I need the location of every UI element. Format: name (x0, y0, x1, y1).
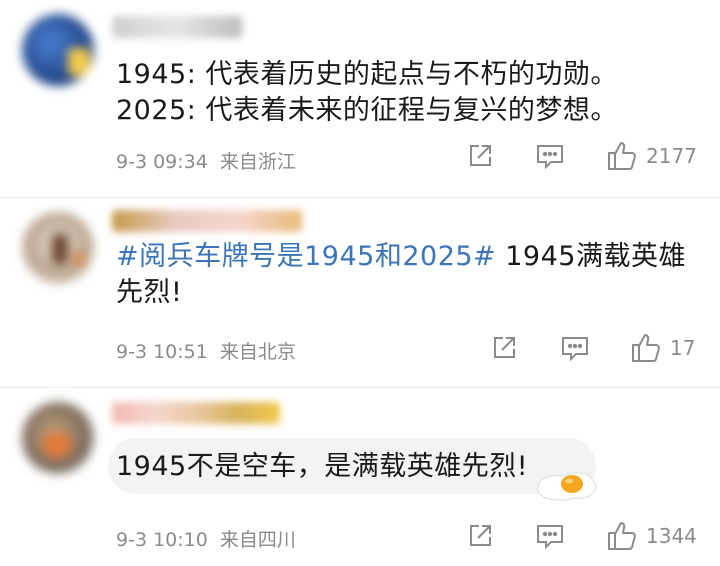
like-count: 17 (670, 336, 696, 360)
comment-3: 1945不是空车，是满载英雄先烈! 9-3 10:10 来自四川 1344 (0, 388, 720, 566)
comment-icon (562, 337, 588, 362)
comment-line-1: 1945: 代表着历史的起点与不朽的功勋。 (116, 59, 618, 90)
username-blurred[interactable] (112, 210, 302, 232)
comment-body: 1945不是空车，是满载英雄先烈! (116, 451, 529, 482)
comment-text: #阅兵车牌号是1945和2025# 1945满载英雄先烈! (116, 239, 696, 311)
like-count: 1344 (646, 524, 697, 548)
like-button[interactable]: 1344 (606, 520, 697, 552)
username-blurred[interactable] (112, 402, 280, 424)
timestamp: 9-3 10:51 (116, 341, 208, 363)
comment-button[interactable] (535, 522, 565, 550)
like-icon (608, 522, 636, 550)
egg-icon (537, 471, 597, 501)
share-icon (470, 145, 491, 166)
location: 来自浙江 (219, 151, 296, 173)
hashtag-link[interactable]: #阅兵车牌号是1945和2025# (116, 241, 496, 272)
comment-text: 1945: 代表着历史的起点与不朽的功勋。 2025: 代表着未来的征程与复兴的… (116, 57, 696, 129)
comment-button[interactable] (560, 334, 590, 362)
avatar[interactable] (22, 14, 94, 86)
location: 来自北京 (219, 341, 296, 363)
comment-meta: 9-3 10:10 来自四川 (116, 525, 296, 552)
like-count: 2177 (646, 144, 697, 168)
comment-icon (537, 145, 563, 170)
share-icon (470, 525, 491, 546)
like-icon (632, 334, 660, 362)
avatar[interactable] (22, 212, 94, 284)
comment-2: #阅兵车牌号是1945和2025# 1945满载英雄先烈! 9-3 10:51 … (0, 198, 720, 388)
like-icon (608, 142, 636, 170)
comment-button[interactable] (535, 142, 565, 170)
share-button[interactable] (466, 142, 494, 170)
share-button[interactable] (466, 522, 494, 550)
comment-meta: 9-3 10:51 来自北京 (116, 337, 296, 364)
comment-icon (537, 525, 563, 550)
comment-line-2: 2025: 代表着未来的征程与复兴的梦想。 (116, 95, 618, 126)
timestamp: 9-3 10:10 (116, 529, 208, 551)
share-button[interactable] (490, 334, 518, 362)
comment-text: 1945不是空车，是满载英雄先烈! (116, 449, 696, 485)
comment-1: 1945: 代表着历史的起点与不朽的功勋。 2025: 代表着未来的征程与复兴的… (0, 0, 720, 196)
like-button[interactable]: 2177 (606, 140, 697, 172)
location: 来自四川 (219, 529, 296, 551)
avatar[interactable] (22, 402, 94, 474)
timestamp: 9-3 09:34 (116, 151, 208, 173)
username-blurred[interactable] (112, 16, 242, 38)
share-icon (494, 337, 515, 358)
comment-meta: 9-3 09:34 来自浙江 (116, 147, 296, 174)
like-button[interactable]: 17 (630, 332, 695, 364)
